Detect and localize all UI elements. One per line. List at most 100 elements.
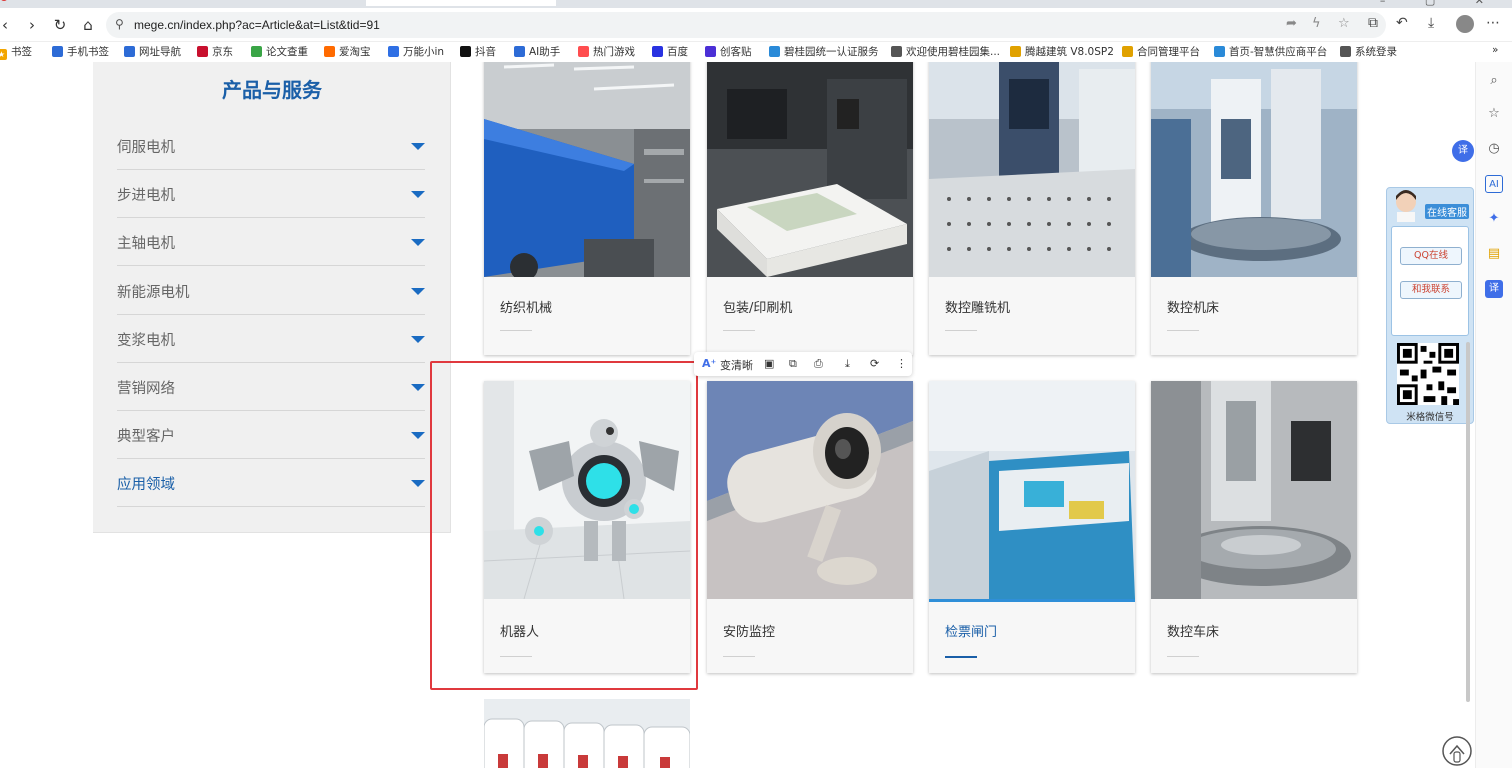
chevron-down-icon[interactable]: [411, 239, 425, 246]
star-icon[interactable]: ☆: [1485, 105, 1503, 123]
qq-online-button[interactable]: QQ在线: [1400, 247, 1462, 265]
lightning-icon[interactable]: ϟ: [1312, 16, 1321, 31]
bookmark-icon: [324, 46, 335, 57]
edit-image-icon[interactable]: ⧉: [789, 357, 797, 371]
print-icon[interactable]: ⎙: [814, 357, 823, 371]
ai-enhance-icon[interactable]: A⁺: [702, 357, 716, 370]
bookmark-item[interactable]: ★ 书签: [0, 44, 32, 60]
history-icon[interactable]: ◷: [1485, 140, 1503, 158]
bookmark-item[interactable]: 京东: [197, 44, 233, 59]
bookmark-item[interactable]: 手机书签: [52, 44, 109, 59]
cnc-engraving-image[interactable]: [929, 62, 1135, 277]
extension-icon[interactable]: ⧉: [1368, 15, 1378, 31]
tab-active[interactable]: [366, 0, 556, 6]
site-info-icon[interactable]: ⚲: [115, 17, 124, 31]
bookmark-star-icon[interactable]: ☆: [1338, 16, 1350, 31]
electric-vehicle-image[interactable]: [484, 699, 690, 768]
window-controls[interactable]: – ▢ ✕: [1380, 0, 1502, 7]
product-card-cnc-engraving[interactable]: 数控雕铣机: [929, 62, 1135, 355]
card-divider: [723, 330, 755, 331]
card-label[interactable]: 数控雕铣机: [945, 297, 1010, 316]
bookmark-item[interactable]: 爱淘宝: [324, 44, 371, 59]
bookmarks-more-button[interactable]: »: [1492, 44, 1498, 56]
more-icon[interactable]: ⋮: [896, 357, 907, 370]
bookmark-item[interactable]: 网址导航: [124, 44, 181, 59]
search-icon[interactable]: ⌕: [1485, 72, 1503, 90]
product-card-security[interactable]: 安防监控: [707, 381, 913, 673]
translate-badge[interactable]: 译: [1452, 140, 1474, 162]
toolbox-icon[interactable]: ▤: [1485, 245, 1503, 263]
printing-machine-image[interactable]: [707, 62, 913, 277]
bookmark-item[interactable]: 万能小in: [388, 44, 444, 59]
product-card-textile[interactable]: 纺织机械: [484, 62, 690, 355]
share-icon[interactable]: ➦: [1286, 16, 1297, 31]
cnc-machine-tool-image[interactable]: [1151, 62, 1357, 277]
download-icon[interactable]: ⤓: [845, 357, 850, 371]
page-scrollbar[interactable]: [1466, 342, 1470, 702]
bookmark-item[interactable]: 热门游戏: [578, 44, 635, 59]
sidebar-item-spindle-motor[interactable]: 主轴电机: [117, 218, 425, 266]
ocr-icon[interactable]: ▣: [764, 357, 774, 370]
bookmark-item[interactable]: 合同管理平台: [1122, 44, 1200, 59]
ticket-gate-image[interactable]: [929, 381, 1135, 599]
chevron-down-icon[interactable]: [411, 384, 425, 391]
textile-machine-image[interactable]: [484, 62, 690, 277]
sidebar-item-applications[interactable]: 应用领域: [117, 459, 425, 507]
scroll-top-icon[interactable]: [1440, 734, 1474, 768]
sidebar-item-servo-motor[interactable]: 伺服电机: [117, 122, 425, 170]
reload-button[interactable]: ↻: [49, 14, 71, 36]
product-card-packaging-printing[interactable]: 包装/印刷机: [707, 62, 913, 355]
undo-tab-icon[interactable]: ↶: [1396, 15, 1408, 31]
menu-icon[interactable]: ⋯: [1486, 15, 1500, 31]
card-label[interactable]: 检票闸门: [945, 621, 997, 640]
product-card-cnc-lathe[interactable]: 数控车床: [1151, 381, 1357, 673]
search-image-icon[interactable]: ⟳: [870, 357, 879, 370]
chevron-down-icon[interactable]: [411, 480, 425, 487]
product-card-cnc-machine-tool[interactable]: 数控机床: [1151, 62, 1357, 355]
ai-icon[interactable]: AI: [1485, 175, 1503, 193]
forward-button[interactable]: ›: [21, 14, 43, 36]
card-label[interactable]: 数控车床: [1167, 621, 1219, 640]
cnc-lathe-image[interactable]: [1151, 381, 1357, 599]
product-card-partial[interactable]: [484, 699, 690, 768]
sidebar-item-pitch-motor[interactable]: 变浆电机: [117, 315, 425, 363]
download-icon[interactable]: ⤓: [1428, 15, 1434, 31]
bookmark-item[interactable]: 百度: [652, 44, 688, 59]
profile-avatar[interactable]: [1456, 15, 1474, 33]
security-camera-image[interactable]: [707, 381, 913, 599]
bookmark-item[interactable]: 系统登录: [1340, 44, 1397, 59]
bookmark-item[interactable]: 碧桂园统一认证服务: [769, 44, 879, 59]
card-label[interactable]: 安防监控: [723, 621, 775, 640]
sidebar-item-new-energy-motor[interactable]: 新能源电机: [117, 267, 425, 315]
sidebar-item-stepper-motor[interactable]: 步进电机: [117, 170, 425, 218]
address-bar[interactable]: ⚲ mege.cn/index.php?ac=Article&at=List&t…: [106, 12, 1386, 38]
home-button[interactable]: ⌂: [77, 14, 99, 36]
bookmark-item[interactable]: 首页-智慧供应商平台: [1214, 44, 1327, 59]
translate-icon[interactable]: 译: [1485, 280, 1503, 298]
back-button[interactable]: ‹: [0, 14, 16, 36]
product-card-ticket-gate[interactable]: 检票闸门: [929, 381, 1135, 673]
chevron-down-icon[interactable]: [411, 143, 425, 150]
bookmark-item[interactable]: 创客贴: [705, 44, 752, 59]
card-label[interactable]: 包装/印刷机: [723, 297, 792, 316]
chevron-down-icon[interactable]: [411, 191, 425, 198]
chevron-down-icon[interactable]: [411, 288, 425, 295]
card-label[interactable]: 纺织机械: [500, 297, 552, 316]
card-label[interactable]: 数控机床: [1167, 297, 1219, 316]
bookmark-item[interactable]: 抖音: [460, 44, 496, 59]
sidebar-item-label: 变浆电机: [117, 333, 175, 349]
enhance-button[interactable]: 变清晰: [720, 357, 753, 373]
chevron-down-icon[interactable]: [411, 432, 425, 439]
game-icon[interactable]: ✦: [1485, 210, 1503, 228]
sidebar-item-typical-customers[interactable]: 典型客户: [117, 411, 425, 459]
bookmark-item[interactable]: 腾越建筑 V8.0SP2: [1010, 44, 1114, 59]
bookmark-item[interactable]: AI助手: [514, 44, 560, 59]
sidebar-item-sales-network[interactable]: 营销网络: [117, 363, 425, 411]
sidebar-item-label: 典型客户: [117, 429, 175, 445]
contact-me-button[interactable]: 和我联系: [1400, 281, 1462, 299]
tab-1[interactable]: [0, 0, 8, 6]
bookmark-item[interactable]: 欢迎使用碧桂园集...: [891, 44, 1000, 59]
chevron-down-icon[interactable]: [411, 336, 425, 343]
bookmark-item[interactable]: 论文查重: [251, 44, 308, 59]
url-text[interactable]: mege.cn/index.php?ac=Article&at=List&tid…: [134, 18, 380, 32]
